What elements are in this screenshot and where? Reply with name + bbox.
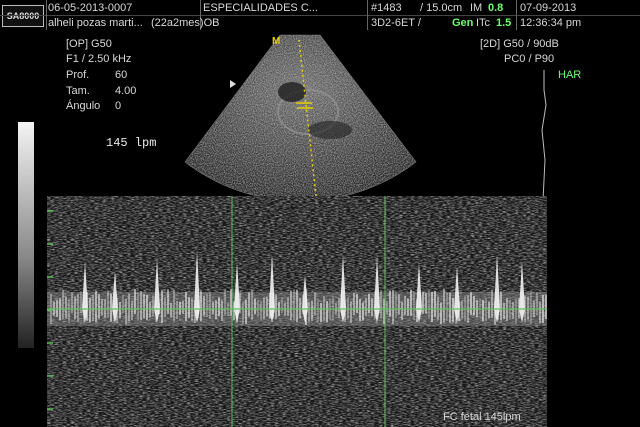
tam-value: 4.00 (115, 85, 137, 97)
im-value: 0.8 (488, 2, 504, 14)
grayscale-bar (18, 122, 34, 348)
frame-number: #1483 (371, 2, 402, 14)
doppler-spectrum: + 30+ 20+ 10cm/s- 10- 20- 30 (47, 196, 547, 427)
ultrasound-screen: SA8000 06-05-2013-0007 alheli pozas mart… (0, 0, 640, 427)
output-gain: [OP] G50 (66, 38, 112, 50)
patient-age: (22a2mes)OB (151, 17, 220, 29)
im-label: IM (470, 2, 483, 14)
prf-readout: F1 / 2.50 kHz (66, 53, 132, 65)
angle-value: 0 (115, 100, 122, 112)
pc-readout: PC0 / P90 (504, 53, 555, 65)
header-separator (46, 0, 47, 30)
prof-value: 60 (115, 69, 128, 81)
probe-name: 3D2-6ET / (371, 17, 421, 29)
header-bar: SA8000 06-05-2013-0007 alheli pozas mart… (0, 0, 640, 30)
tam-label: Tam. (66, 85, 90, 97)
patient-name: alheli pozas marti... (48, 17, 143, 29)
itc-label: ITc (476, 17, 491, 29)
har-badge: HAR (558, 69, 582, 81)
header-divider (0, 15, 640, 16)
depth-readout: / 15.0cm (420, 2, 463, 14)
angle-label: Ángulo (66, 100, 101, 112)
prof-label: Prof. (66, 69, 90, 81)
fetal-heart-rate-caption: FC fetal 145lpm (443, 411, 521, 423)
exam-date: 07-09-2013 (520, 2, 577, 14)
gen-label: Gen (452, 17, 474, 29)
brand-logo: SA8000 (2, 5, 44, 27)
b-mode-sector: M (184, 34, 417, 200)
depth-trace-line (541, 70, 547, 200)
heart-rate-readout: 145 lpm (106, 136, 157, 150)
sector-marker: M (272, 36, 280, 47)
header-separator (367, 0, 368, 30)
itc-value: 1.5 (496, 17, 512, 29)
institution-name: ESPECIALIDADES C... (203, 2, 318, 14)
exam-time: 12:36:34 pm (520, 17, 582, 29)
header-separator (516, 0, 517, 30)
exam-id: 06-05-2013-0007 (48, 2, 133, 14)
focus-marker-icon (230, 80, 236, 88)
mode-2d-readout: [2D] G50 / 90dB (480, 38, 559, 50)
